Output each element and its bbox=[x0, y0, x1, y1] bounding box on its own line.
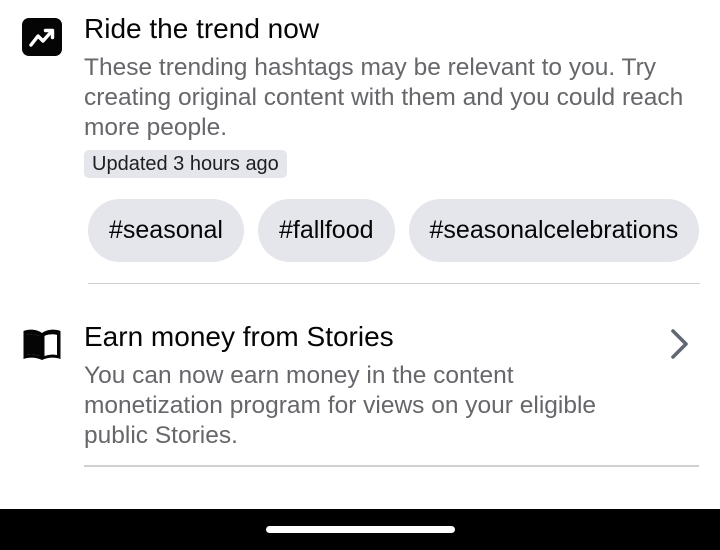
trend-card-title: Ride the trend now bbox=[84, 13, 320, 44]
trending-up-icon bbox=[22, 18, 62, 56]
screen: Ride the trend now These trending hashta… bbox=[0, 0, 720, 550]
system-nav-bar bbox=[0, 509, 720, 550]
hashtag-chip-seasonalcelebrations[interactable]: #seasonalcelebrations bbox=[408, 199, 700, 262]
section-divider bbox=[84, 465, 699, 467]
stories-card-open-button[interactable] bbox=[660, 322, 700, 366]
book-icon bbox=[21, 326, 63, 362]
stories-card-title: Earn money from Stories bbox=[84, 321, 394, 352]
hashtag-list: #seasonal #fallfood #seasonalcelebration… bbox=[88, 199, 700, 262]
stories-card-description: You can now earn money in the content mo… bbox=[84, 362, 597, 449]
chevron-right-icon bbox=[671, 329, 688, 359]
hashtag-chip-fallfood[interactable]: #fallfood bbox=[257, 199, 395, 262]
trend-card-description: These trending hashtags may be relevant … bbox=[84, 54, 684, 141]
updated-badge: Updated 3 hours ago bbox=[84, 150, 287, 178]
section-divider bbox=[88, 283, 700, 284]
hashtag-chip-seasonal[interactable]: #seasonal bbox=[88, 199, 244, 262]
home-indicator[interactable] bbox=[266, 526, 455, 533]
